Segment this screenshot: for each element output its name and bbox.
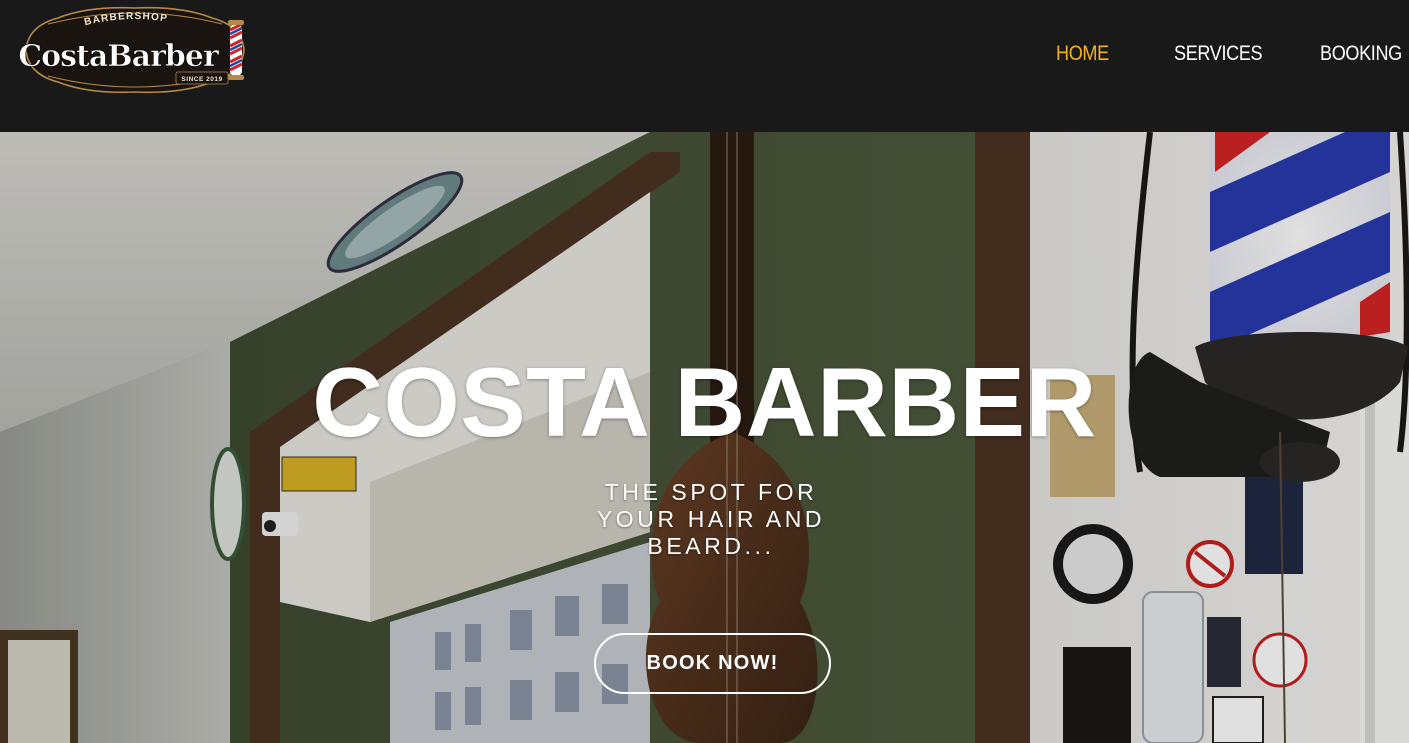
- nav-booking-link[interactable]: BOOKING: [1320, 42, 1402, 66]
- logo-main-text: CostaBarber: [18, 39, 220, 74]
- nav-services-link[interactable]: SERVICES: [1174, 42, 1263, 66]
- nav-home-link[interactable]: HOME: [1056, 42, 1109, 66]
- hero-subtitle-line: YOUR HAIR AND: [596, 506, 826, 532]
- hero-subtitle-line: BEARD...: [647, 533, 775, 559]
- hero-title: COSTA BARBER: [312, 347, 1097, 457]
- book-now-button[interactable]: BOOK NOW!: [594, 633, 831, 694]
- costa-barber-logo[interactable]: BARBERSHOP CostaBarber SINCE 2019: [18, 4, 252, 96]
- hero-subtitle-line: THE SPOT FOR: [604, 479, 818, 505]
- logo-since-text: SINCE 2019: [181, 76, 222, 83]
- hero-section: COSTA BARBER THE SPOT FOR YOUR HAIR AND …: [0, 132, 1409, 743]
- hero-subtitle: THE SPOT FOR YOUR HAIR AND BEARD...: [584, 479, 838, 560]
- site-header: BARBERSHOP CostaBarber SINCE 2019 HOME S…: [0, 0, 1409, 132]
